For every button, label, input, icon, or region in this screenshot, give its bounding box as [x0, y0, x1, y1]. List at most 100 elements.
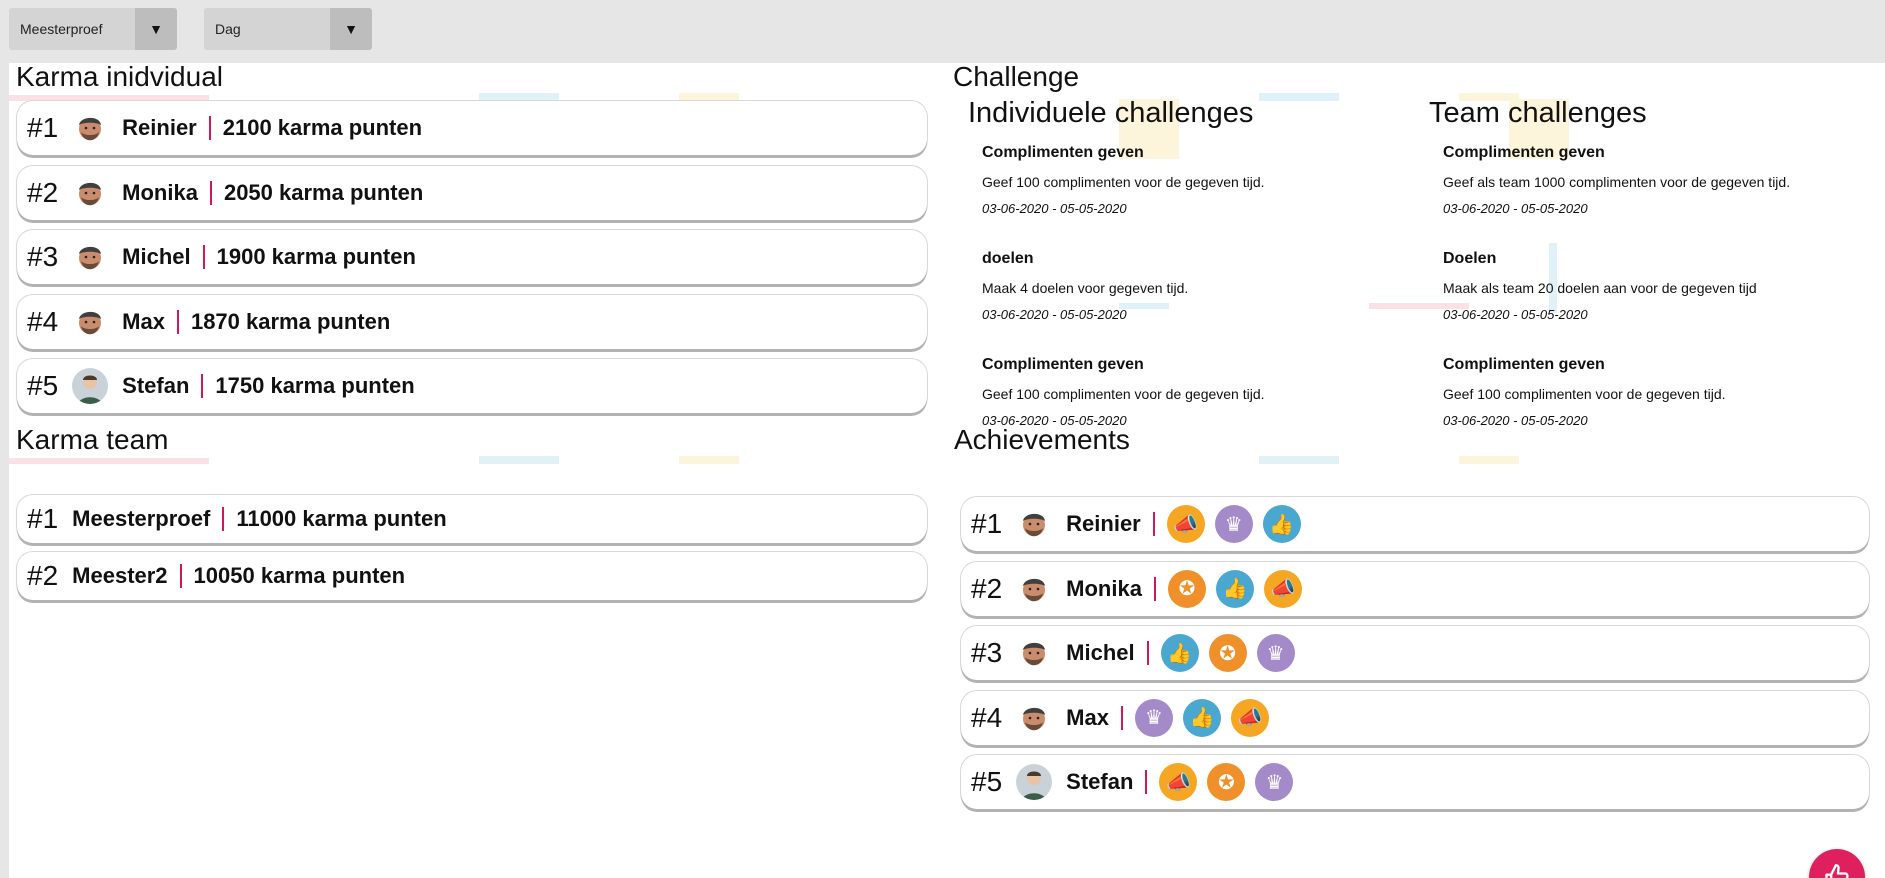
rank-label: #1	[27, 112, 59, 143]
rank-label: #2	[971, 572, 1003, 604]
megaphone-badge-icon: 📣	[1263, 569, 1302, 608]
thumbs-up-badge-icon: 👍	[1262, 505, 1301, 543]
divider	[201, 374, 204, 398]
rank-label: #1	[27, 503, 59, 534]
period-select-value: Dag	[215, 21, 241, 37]
karma-individual-row[interactable]: #4 Max 1870 karma punten	[17, 294, 927, 349]
challenge-title: Complimenten geven	[982, 144, 1144, 161]
karma-individual-row[interactable]: #1 Reinier 2100 karma punten	[17, 101, 927, 155]
rank-label: #2	[27, 560, 59, 591]
divider	[202, 245, 205, 269]
member-name: Max	[1066, 704, 1109, 730]
avatar	[1016, 570, 1053, 607]
crown-badge-icon: ♛	[1255, 763, 1294, 801]
achievement-row[interactable]: #1 Reinier 📣 ♛ 👍	[961, 497, 1869, 551]
achievements-title: Achievements	[954, 424, 1130, 455]
thumbs-up-badge-icon: 👍	[1215, 569, 1254, 608]
karma-individual-row[interactable]: #3 Michel 1900 karma punten	[17, 230, 927, 284]
karma-team-row[interactable]: #2 Meester2 10050 karma punten	[17, 552, 927, 600]
megaphone-badge-icon: 📣	[1230, 698, 1269, 737]
challenge-date: 03-06-2020 - 05-05-2020	[982, 307, 1127, 322]
rank-label: #4	[971, 701, 1003, 733]
megaphone-badge-icon: 📣	[1159, 763, 1198, 801]
member-name: Monika	[1066, 575, 1142, 601]
rank-label: #1	[971, 508, 1003, 539]
karma-points: 1870 karma punten	[190, 308, 391, 334]
dropdown-arrow-icon[interactable]: ▼	[135, 8, 177, 50]
avatar	[72, 239, 109, 275]
karma-individual-title: Karma inidvidual	[16, 63, 223, 92]
divider	[222, 507, 225, 531]
achievement-row[interactable]: #3 Michel 👍 ✪ ♛	[961, 626, 1869, 680]
karma-team-title: Karma team	[16, 424, 169, 455]
rank-label: #4	[27, 305, 59, 337]
member-name: Stefan	[122, 373, 190, 398]
divider	[176, 309, 179, 334]
challenge-description: Maak als team 20 doelen aan voor de gege…	[1443, 280, 1757, 296]
avatar	[1016, 635, 1053, 671]
challenge-description: Geef 100 complimenten voor de gegeven ti…	[982, 174, 1265, 190]
challenge-description: Maak 4 doelen voor gegeven tijd.	[982, 280, 1189, 296]
member-name: Stefan	[1066, 769, 1134, 794]
avatar	[1016, 699, 1053, 736]
crown-badge-icon: ♛	[1256, 634, 1295, 672]
rank-label: #5	[27, 370, 59, 401]
divider	[208, 116, 211, 140]
challenge-date: 03-06-2020 - 05-05-2020	[982, 201, 1127, 216]
medal-badge-icon: ✪	[1208, 634, 1247, 672]
achievement-row[interactable]: #2 Monika ✪ 👍 📣	[961, 561, 1869, 616]
team-select[interactable]: Meesterproef ▼	[9, 8, 177, 50]
challenge-date: 03-06-2020 - 05-05-2020	[1443, 413, 1588, 428]
achievement-row[interactable]: #4 Max ♛ 👍 📣	[961, 690, 1869, 745]
avatar	[72, 110, 109, 146]
team-challenges-title: Team challenges	[1429, 97, 1647, 129]
achievement-row[interactable]: #5 Stefan 📣 ✪ ♛	[961, 755, 1869, 809]
divider	[1145, 770, 1148, 794]
divider	[1120, 705, 1123, 730]
karma-individual-row[interactable]: #2 Monika 2050 karma punten	[17, 165, 927, 220]
divider	[209, 180, 212, 205]
member-name: Michel	[1066, 640, 1135, 665]
filter-bar: Meesterproef ▼ Dag ▼	[0, 0, 1885, 63]
rank-label: #2	[27, 176, 59, 208]
crown-badge-icon: ♛	[1134, 698, 1173, 737]
divider	[1152, 512, 1155, 536]
team-select-value: Meesterproef	[20, 21, 103, 37]
avatar	[72, 368, 109, 404]
avatar	[72, 174, 109, 211]
challenge-description: Geef 100 complimenten voor de gegeven ti…	[982, 386, 1265, 402]
karma-points: 10050 karma punten	[193, 563, 406, 588]
dropdown-arrow-icon[interactable]: ▼	[330, 8, 372, 50]
megaphone-badge-icon: 📣	[1166, 505, 1205, 543]
avatar	[72, 303, 109, 340]
individual-challenges-title: Individuele challenges	[968, 97, 1254, 129]
challenge-title: Complimenten geven	[1443, 144, 1605, 161]
divider	[179, 564, 182, 588]
period-select[interactable]: Dag ▼	[204, 8, 372, 50]
thumbs-up-badge-icon: 👍	[1182, 698, 1221, 737]
challenge-title: Complimenten geven	[982, 356, 1144, 373]
member-name: Reinier	[122, 115, 197, 140]
challenge-title: Complimenten geven	[1443, 356, 1605, 373]
challenge-date: 03-06-2020 - 05-05-2020	[1443, 201, 1588, 216]
avatar	[1016, 506, 1053, 542]
medal-badge-icon: ✪	[1207, 763, 1246, 801]
karma-points: 1900 karma punten	[216, 244, 416, 269]
karma-points: 2050 karma punten	[223, 179, 424, 205]
challenge-description: Geef 100 complimenten voor de gegeven ti…	[1443, 386, 1726, 402]
member-name: Michel	[122, 244, 191, 269]
avatar	[1016, 764, 1053, 800]
medal-badge-icon: ✪	[1167, 569, 1206, 608]
challenge-title: doelen	[982, 250, 1034, 267]
karma-points: 1750 karma punten	[215, 373, 415, 398]
challenge-description: Geef als team 1000 complimenten voor de …	[1443, 174, 1791, 190]
karma-points: 2100 karma punten	[222, 115, 423, 140]
karma-individual-row[interactable]: #5 Stefan 1750 karma punten	[17, 359, 927, 413]
team-name: Meester2	[72, 563, 168, 588]
karma-team-row[interactable]: #1 Meesterproef 11000 karma punten	[17, 495, 927, 543]
rank-label: #3	[971, 637, 1003, 668]
dashboard-main: Karma inidvidual #1 Reinier 2100 karma pun…	[9, 63, 1885, 878]
member-name: Max	[122, 308, 165, 334]
thumbs-up-badge-icon: 👍	[1160, 634, 1199, 672]
thumbs-up-icon	[1825, 864, 1849, 878]
